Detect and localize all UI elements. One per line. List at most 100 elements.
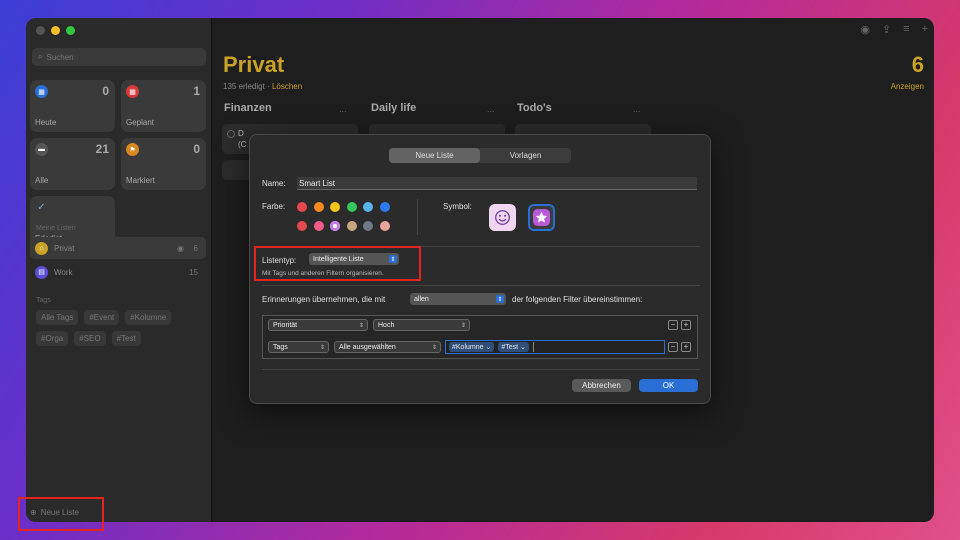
chevron-updown-icon: ⇕ — [431, 344, 437, 351]
smart-list-geplant[interactable]: ▦ 1 Geplant — [121, 80, 206, 132]
chevron-updown-icon: ⇕ — [496, 295, 504, 303]
name-field[interactable]: Smart List — [297, 177, 697, 190]
zoom-window-button[interactable] — [66, 26, 75, 35]
color-swatch[interactable] — [363, 221, 373, 231]
color-label: Farbe: — [262, 202, 286, 211]
smiley-icon[interactable] — [489, 204, 516, 231]
calendar-icon: ▦ — [126, 85, 139, 98]
chevron-updown-icon: ⇕ — [460, 322, 466, 329]
filter-operator-value: Alle ausgewählten — [339, 343, 396, 351]
smart-list-count: 21 — [95, 142, 109, 156]
highlight-box — [254, 246, 421, 281]
tag-token-field[interactable]: #Kolumne ⌄ #Test ⌄ — [445, 340, 665, 354]
tray-icon: ▬ — [35, 143, 48, 156]
filter-field-select[interactable]: Priorität ⇕ — [268, 319, 368, 331]
reminder-checkbox[interactable] — [227, 130, 235, 138]
share-person-icon[interactable]: ◉ — [860, 23, 870, 36]
my-lists-header: Meine Listen — [36, 225, 76, 232]
color-swatch[interactable] — [330, 221, 340, 231]
smart-list-count: 0 — [193, 142, 200, 156]
close-window-button[interactable] — [36, 26, 45, 35]
color-swatch[interactable] — [346, 202, 357, 212]
minimize-window-button[interactable] — [51, 26, 60, 35]
list-label: Work — [54, 267, 73, 277]
match-prefix: Erinnerungen übernehmen, die mit — [262, 295, 386, 304]
star-icon[interactable] — [528, 204, 555, 231]
match-value: allen — [414, 295, 429, 303]
tag-token[interactable]: #Test ⌄ — [498, 342, 529, 352]
filter-operator-value: Hoch — [378, 321, 395, 329]
cancel-button[interactable]: Abbrechen — [572, 379, 631, 392]
delete-link[interactable]: Löschen — [272, 82, 302, 91]
tag-test[interactable]: #Test — [111, 331, 141, 346]
list-count: 15 — [189, 267, 198, 277]
search-placeholder: Suchen — [46, 52, 74, 62]
sidebar-item-work[interactable]: ▤ Work 15 — [30, 261, 206, 283]
sidebar: ⌕ Suchen ▦ 0 Heute ▦ 1 Geplant ▬ 21 Alle… — [26, 18, 212, 522]
separator: · — [267, 82, 270, 91]
add-filter-button[interactable]: + — [681, 342, 691, 352]
window-controls — [36, 26, 75, 35]
filter-field-select[interactable]: Tags ⇕ — [268, 341, 329, 353]
column-header-daily-life: Daily life — [371, 102, 417, 114]
smart-list-label: Geplant — [126, 118, 155, 127]
match-select[interactable]: allen ⇕ — [410, 293, 506, 305]
checkmark-icon: ✓ — [37, 202, 46, 213]
color-swatch[interactable] — [379, 221, 390, 231]
text-cursor — [532, 342, 534, 352]
smart-list-heute[interactable]: ▦ 0 Heute — [30, 80, 115, 132]
color-swatch[interactable] — [297, 221, 307, 231]
remove-filter-button[interactable]: − — [668, 342, 678, 352]
smart-list-alle[interactable]: ▬ 21 Alle — [30, 138, 115, 190]
column-header-todos: Todo's — [517, 102, 552, 114]
list-view-icon[interactable]: ≡ — [903, 23, 909, 36]
tab-new-list[interactable]: Neue Liste — [389, 148, 480, 163]
name-label: Name: — [262, 179, 286, 188]
show-link[interactable]: Anzeigen — [891, 82, 924, 91]
flag-icon: ⚑ — [126, 143, 139, 156]
filter-field-value: Tags — [273, 343, 288, 351]
tag-seo[interactable]: #SEO — [74, 331, 106, 346]
tag-token[interactable]: #Kolumne ⌄ — [449, 342, 495, 352]
color-swatch[interactable] — [297, 202, 307, 212]
filter-operator-select[interactable]: Hoch ⇕ — [373, 319, 470, 331]
color-swatch[interactable] — [379, 202, 390, 212]
color-swatch[interactable] — [346, 221, 357, 231]
column-header-finanzen: Finanzen — [224, 102, 272, 114]
smart-lists-grid: ▦ 0 Heute ▦ 1 Geplant ▬ 21 Alle ⚑ 0 Mark… — [30, 80, 206, 248]
ok-button[interactable]: OK — [639, 379, 698, 392]
symbol-label: Symbol: — [443, 202, 472, 211]
smart-list-label: Heute — [35, 118, 57, 127]
list-label: Privat — [54, 243, 75, 253]
divider — [417, 199, 418, 235]
share-icon[interactable]: ⇪ — [882, 23, 891, 36]
tag-all[interactable]: Alle Tags — [36, 310, 79, 325]
filter-operator-select[interactable]: Alle ausgewählten ⇕ — [334, 341, 441, 353]
tag-orga[interactable]: #Orga — [36, 331, 69, 346]
briefcase-icon: ▤ — [35, 265, 48, 279]
color-swatch[interactable] — [363, 202, 373, 212]
tag-event[interactable]: #Event — [84, 310, 120, 325]
column-more-button[interactable]: ... — [487, 104, 495, 114]
column-more-button[interactable]: ... — [339, 104, 347, 114]
smart-list-label: Alle — [35, 176, 49, 185]
reminder-subtitle: (C — [238, 140, 247, 149]
list-count: 6 — [193, 243, 198, 253]
calendar-today-icon: ▦ — [35, 85, 48, 98]
search-input[interactable]: ⌕ Suchen — [32, 48, 206, 66]
house-icon: ⌂ — [35, 241, 48, 255]
color-swatch[interactable] — [330, 202, 340, 212]
sidebar-item-privat[interactable]: ⌂ Privat ◉ 6 — [30, 237, 206, 259]
color-swatch[interactable] — [313, 221, 324, 231]
column-more-button[interactable]: ... — [633, 104, 641, 114]
toolbar: ◉ ⇪ ≡ + — [860, 23, 928, 36]
add-filter-button[interactable]: + — [681, 320, 691, 330]
divider — [262, 285, 700, 286]
plus-icon[interactable]: + — [922, 23, 928, 36]
tag-kolumne[interactable]: #Kolumne — [125, 310, 172, 325]
color-swatch[interactable] — [313, 202, 324, 212]
tab-templates[interactable]: Vorlagen — [480, 148, 571, 163]
tag-token-label: #Test — [501, 344, 519, 351]
remove-filter-button[interactable]: − — [668, 320, 678, 330]
smart-list-markiert[interactable]: ⚑ 0 Markiert — [121, 138, 206, 190]
